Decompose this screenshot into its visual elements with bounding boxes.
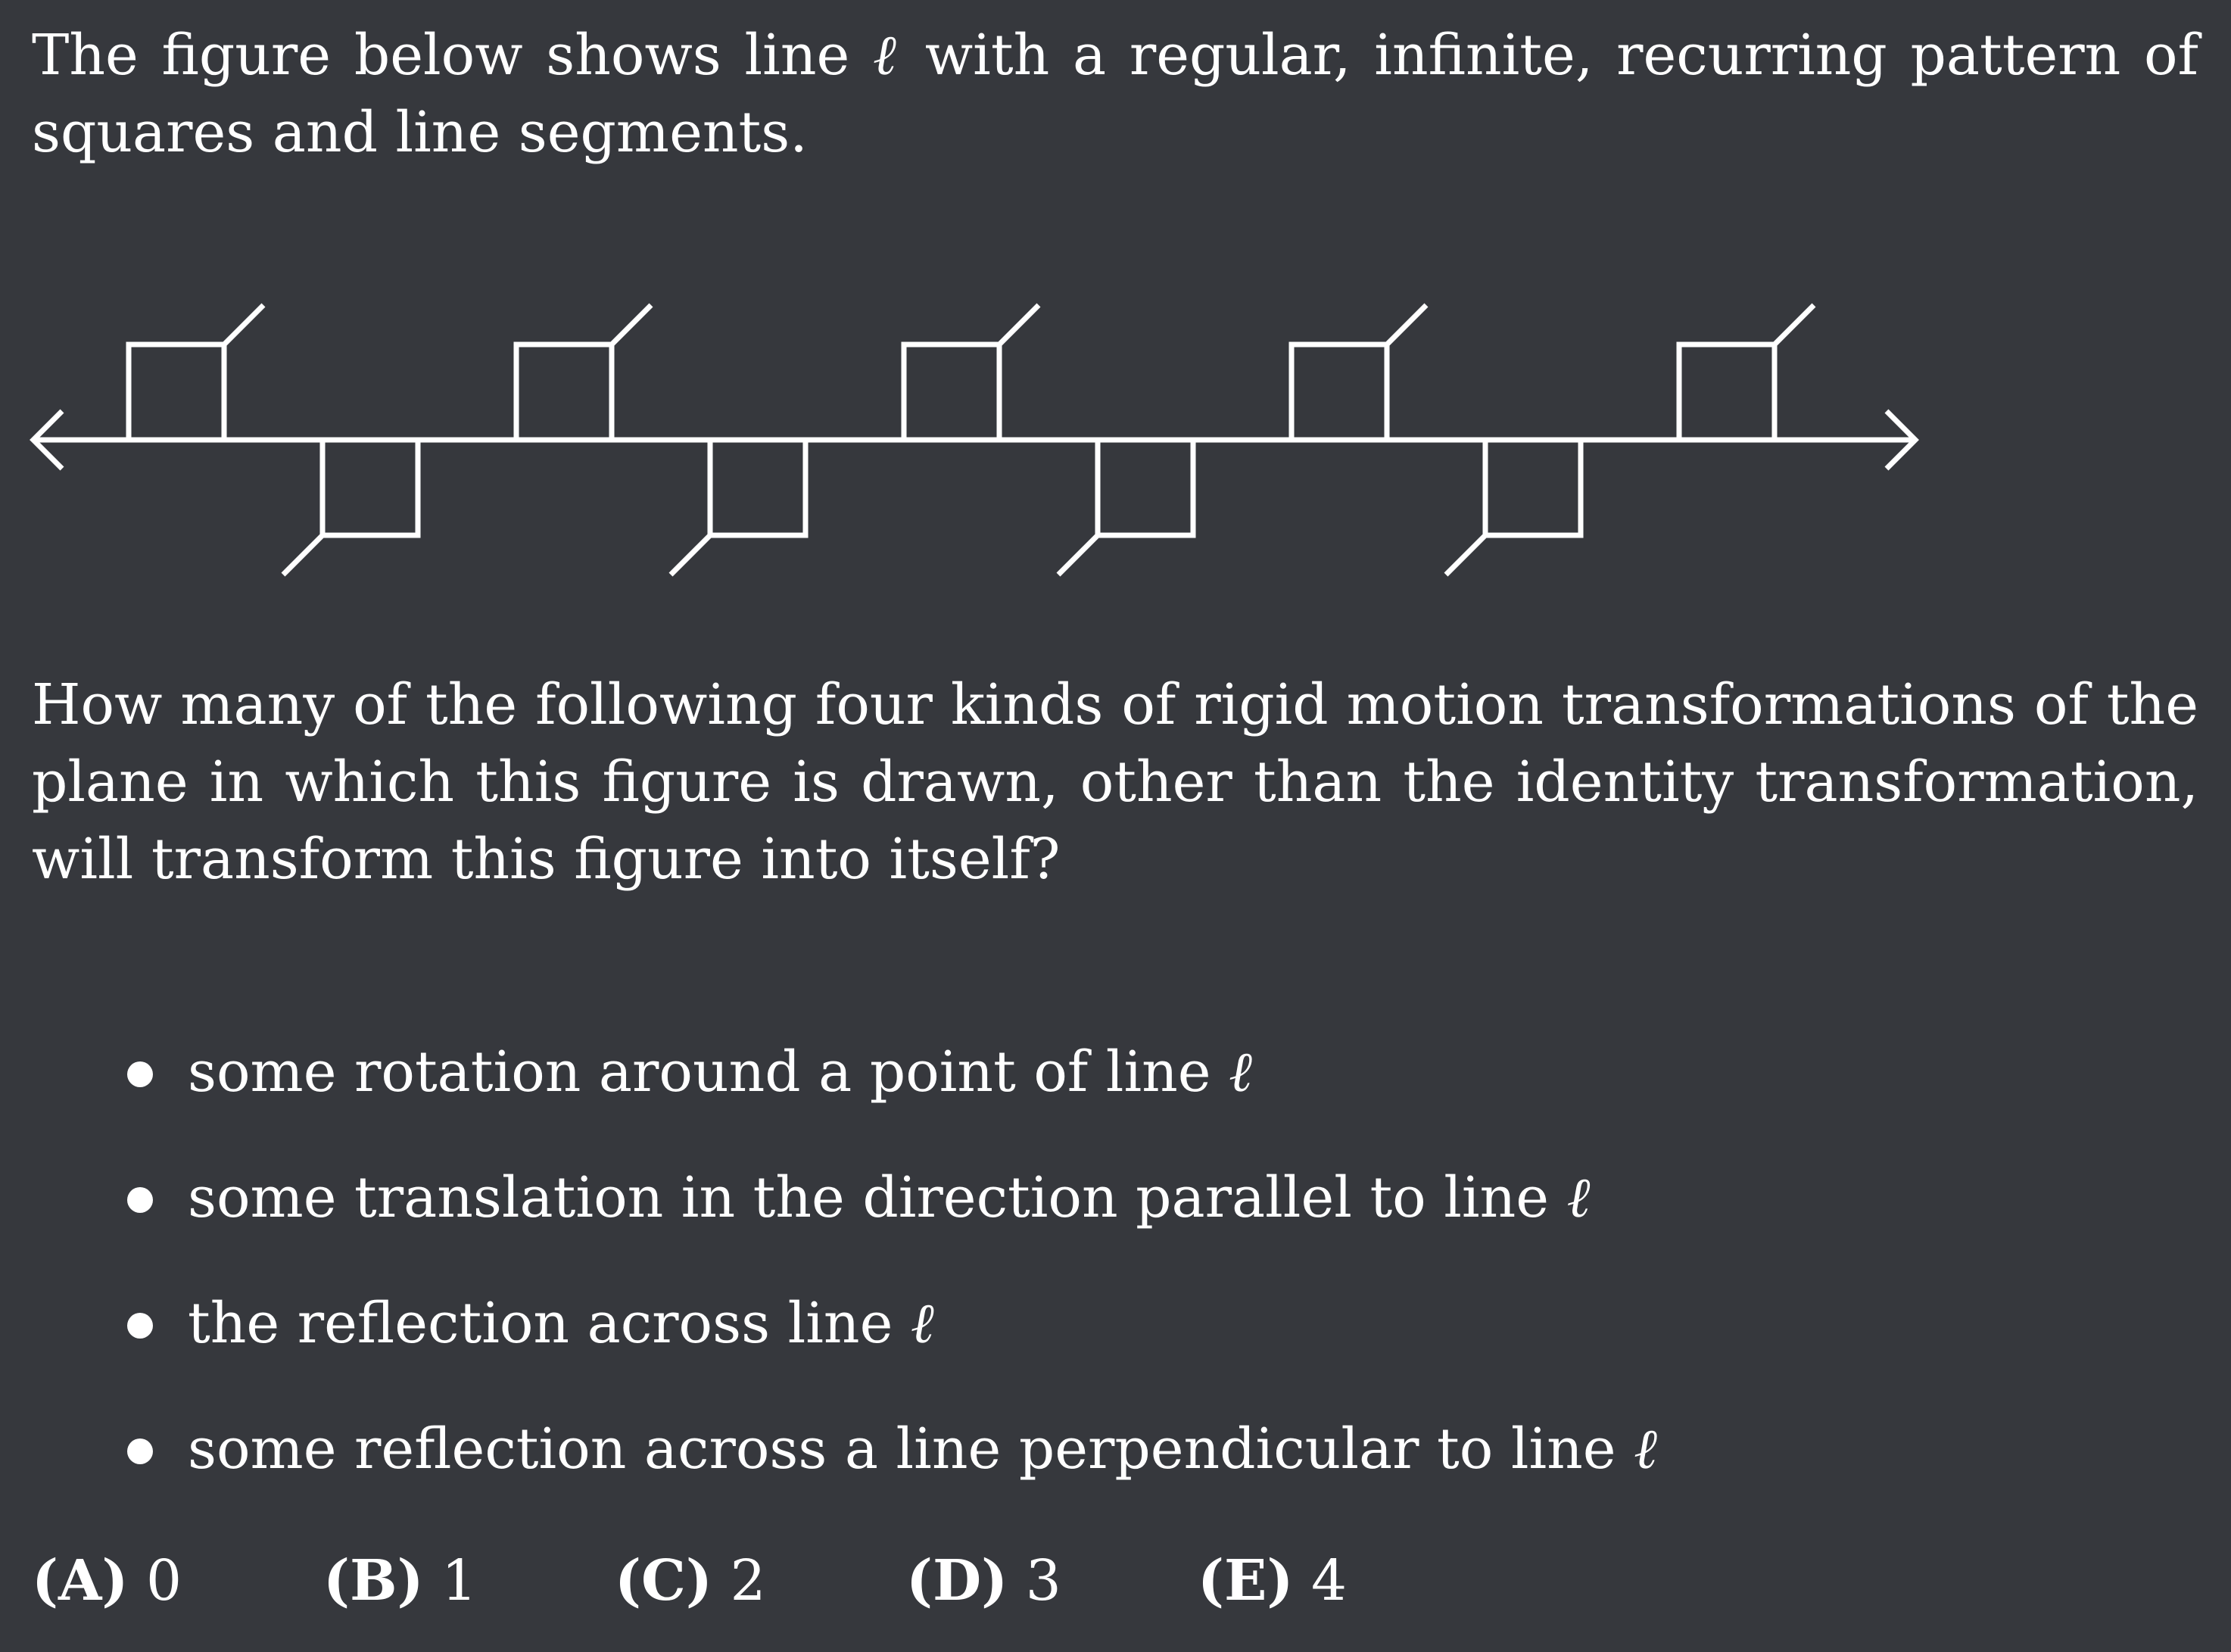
- bullet-dot: [127, 1187, 153, 1213]
- line-symbol: ℓ: [1566, 1165, 1591, 1230]
- line-symbol: ℓ: [1229, 1040, 1252, 1105]
- choice-letter: (B): [323, 1548, 424, 1613]
- choice-letter: (A): [32, 1548, 129, 1613]
- lower-square: [707, 437, 809, 538]
- choice-value: 1: [441, 1548, 478, 1613]
- bullet-item-rotation: some rotation around a point of line ℓ: [121, 1036, 1657, 1161]
- choice-b[interactable]: (B) 1: [323, 1544, 615, 1617]
- bullet-dot: [127, 1061, 153, 1087]
- bullet-item-reflection-perpendicular: some reflection across a line perpendicu…: [121, 1413, 1657, 1538]
- lower-tail-segment: [1444, 533, 1488, 577]
- lower-tail-segment: [281, 533, 325, 577]
- line-symbol: ℓ: [1634, 1417, 1657, 1482]
- choice-c[interactable]: (C) 2: [615, 1544, 906, 1617]
- choice-d[interactable]: (D) 3: [906, 1544, 1198, 1617]
- choice-letter: (D): [906, 1548, 1008, 1613]
- upper-tail-segment: [997, 303, 1041, 347]
- upper-tail-segment: [222, 303, 266, 347]
- upper-tail-segment: [1772, 303, 1816, 347]
- upper-square: [901, 341, 1002, 443]
- line-symbol: ℓ: [873, 23, 902, 88]
- upper-square: [126, 341, 227, 443]
- choice-letter: (E): [1198, 1548, 1294, 1613]
- lower-square: [319, 437, 421, 538]
- choice-a[interactable]: (A) 0: [32, 1544, 323, 1617]
- upper-square: [513, 341, 615, 443]
- choice-letter: (C): [615, 1548, 712, 1613]
- answer-choices: (A) 0 (B) 1 (C) 2 (D) 3 (E) 4: [32, 1544, 1347, 1617]
- choice-value: 3: [1025, 1548, 1061, 1613]
- upper-tail-segment: [609, 303, 653, 347]
- upper-tail-segment: [1385, 303, 1429, 347]
- bullet-item-translation: some translation in the direction parall…: [121, 1161, 1657, 1287]
- bullet-dot: [127, 1438, 153, 1464]
- bullet-text: some reflection across a line perpendicu…: [188, 1417, 1634, 1482]
- line-symbol: ℓ: [910, 1291, 934, 1356]
- intro-text-before: The figure below shows line: [32, 23, 874, 88]
- bullet-text: some rotation around a point of line: [188, 1040, 1229, 1105]
- choice-value: 4: [1310, 1548, 1348, 1613]
- lower-square: [1482, 437, 1584, 538]
- pattern-figure: [30, 303, 1919, 577]
- transformation-list: some rotation around a point of line ℓ s…: [121, 1036, 1657, 1538]
- bullet-text: the reflection across line: [188, 1291, 911, 1356]
- choice-e[interactable]: (E) 4: [1198, 1544, 1347, 1617]
- lower-tail-segment: [1056, 533, 1100, 577]
- upper-square: [1288, 341, 1390, 443]
- intro-paragraph: The figure below shows line ℓ with a reg…: [32, 17, 2198, 171]
- lower-square: [1095, 437, 1196, 538]
- choice-value: 2: [730, 1548, 766, 1613]
- bullet-text: some translation in the direction parall…: [188, 1165, 1567, 1230]
- bullet-dot: [127, 1313, 153, 1339]
- choice-value: 0: [145, 1548, 182, 1613]
- lower-tail-segment: [668, 533, 712, 577]
- bullet-item-reflection-line: the reflection across line ℓ: [121, 1287, 1657, 1413]
- upper-square: [1676, 341, 1778, 443]
- question-paragraph: How many of the following four kinds of …: [32, 672, 2198, 892]
